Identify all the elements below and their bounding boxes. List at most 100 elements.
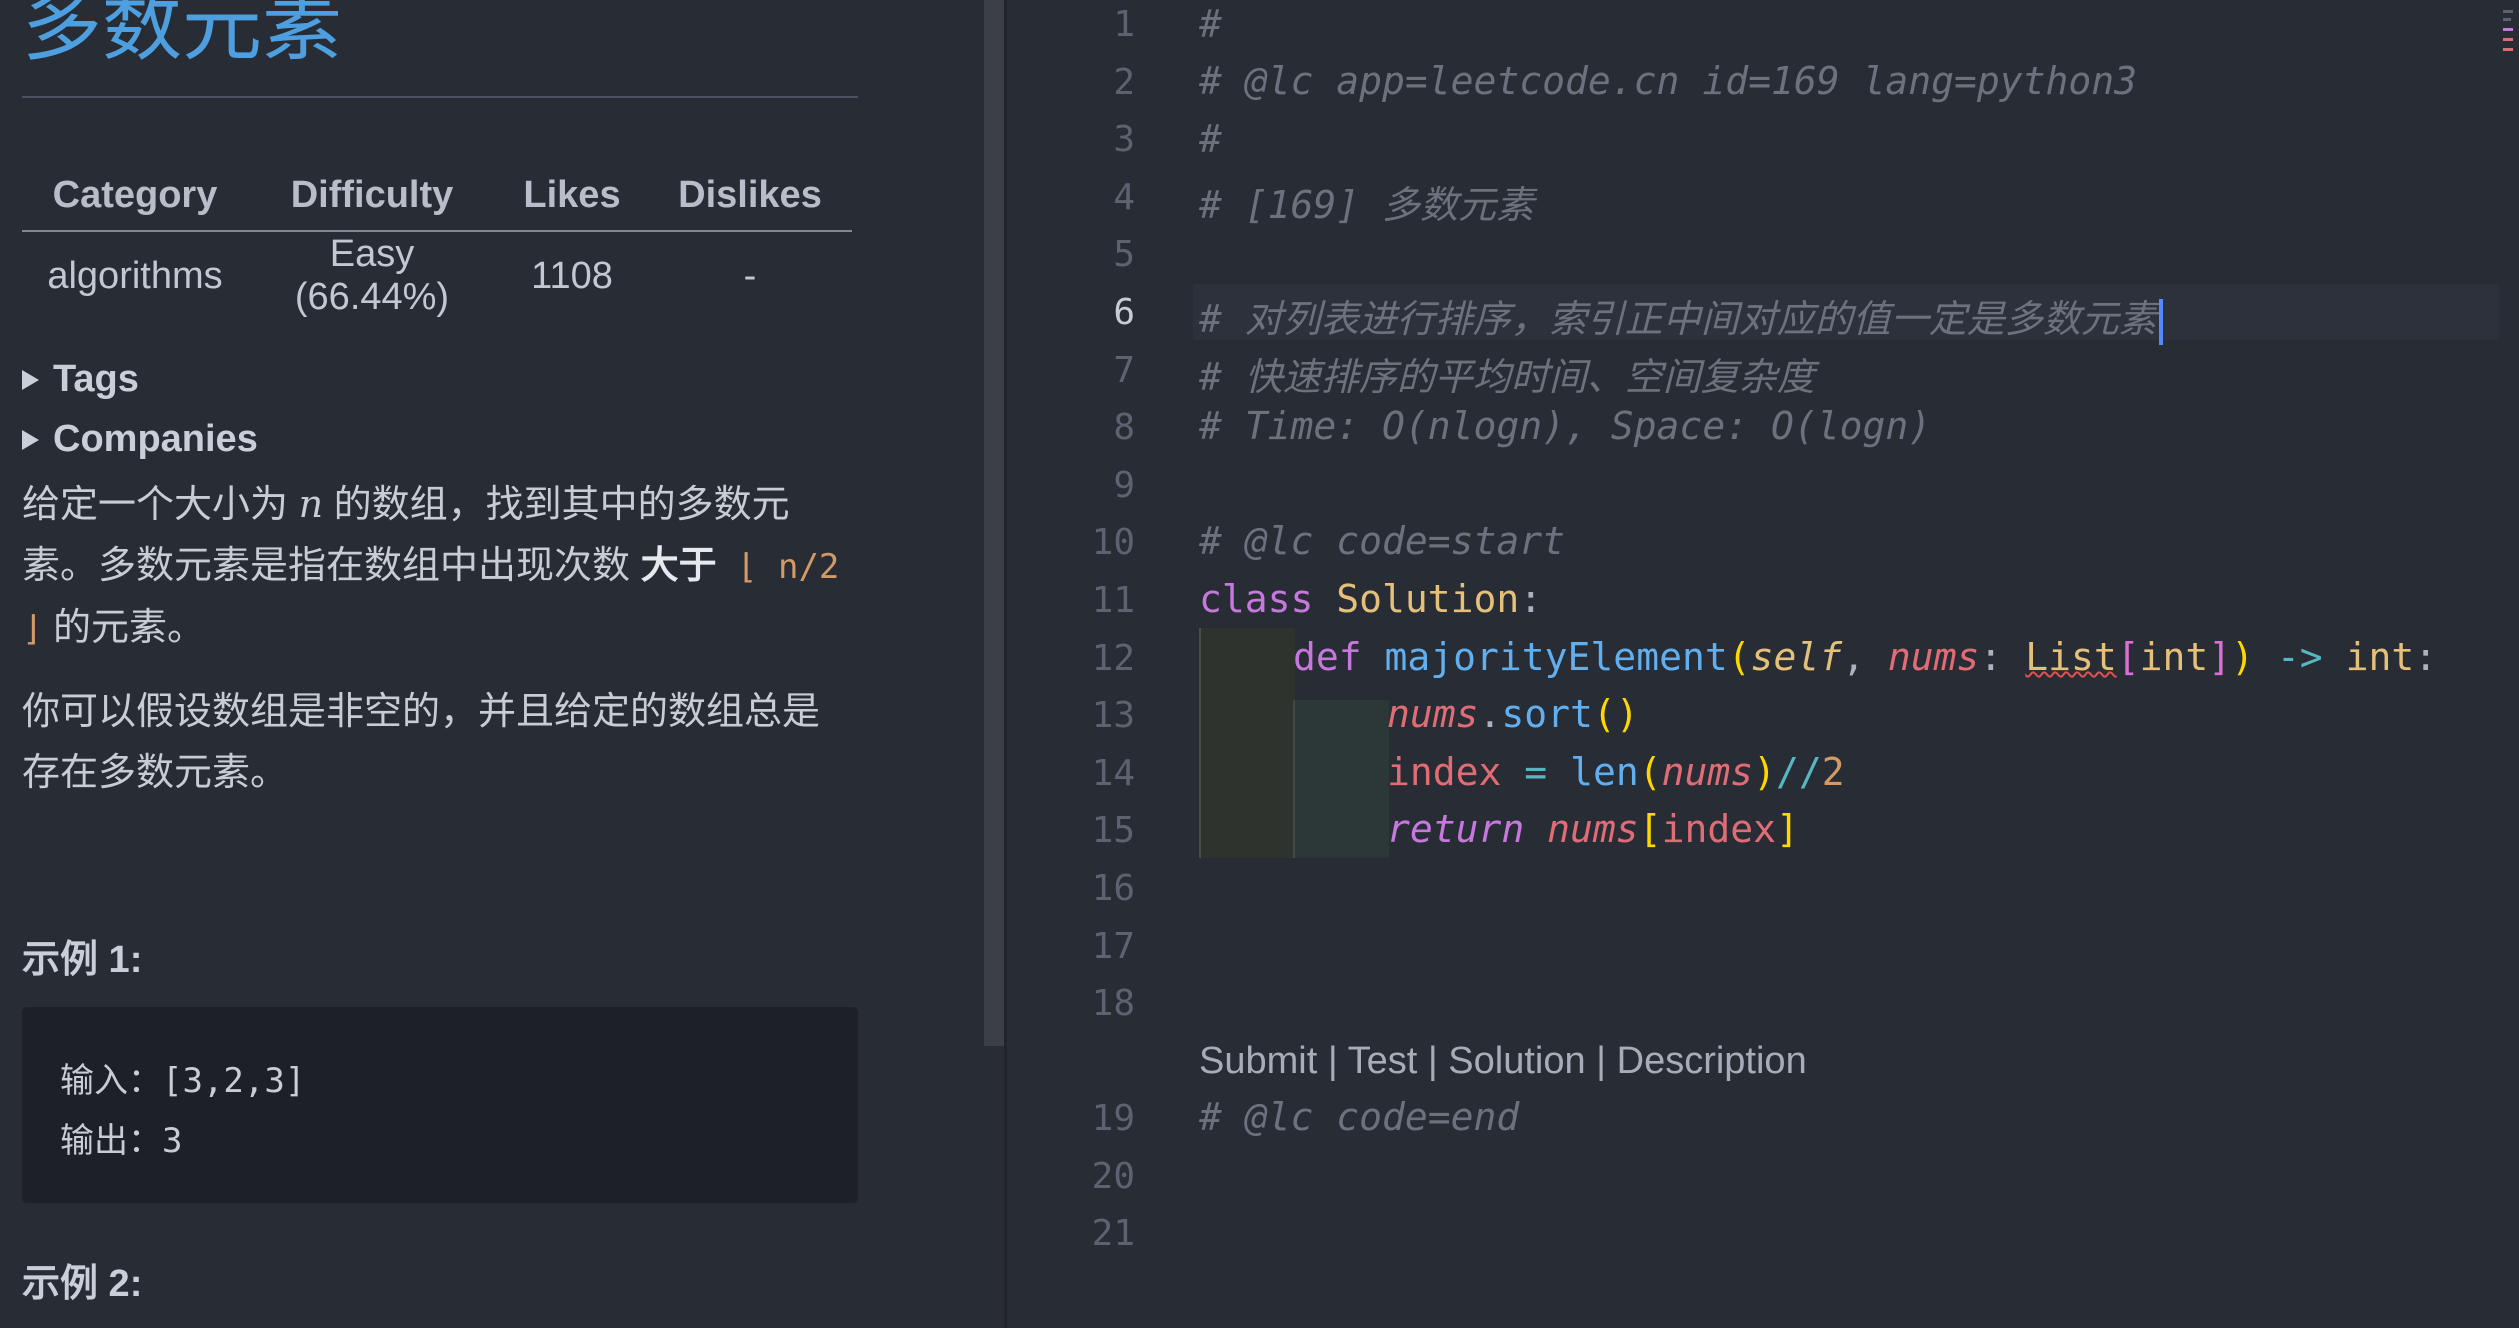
codelens-solution[interactable]: Solution xyxy=(1448,1040,1585,1082)
meta-dislikes: - xyxy=(743,254,757,297)
meta-difficulty: Easy (66.44%) xyxy=(294,233,450,318)
comment-text: # 对列表进行排序，索引正中间对应的值一定是多数元素 xyxy=(1199,297,2157,341)
punct: ( xyxy=(1592,692,1616,736)
line-number: 16 xyxy=(1091,868,1135,909)
expand-triangle-icon xyxy=(22,429,39,450)
example-1-output: 输出：3 xyxy=(60,1121,183,1161)
codelens-submit[interactable]: Submit xyxy=(1199,1040,1317,1082)
problem-meta-table: Category Difficulty Likes Dislikes algor… xyxy=(22,160,852,320)
punct: ) xyxy=(2231,635,2255,679)
line-number: 8 xyxy=(1113,407,1135,448)
codelens-sep: | xyxy=(1417,1040,1449,1082)
line-number: 3 xyxy=(1113,119,1135,160)
punct: [ xyxy=(1638,807,1662,851)
type-int: int xyxy=(2345,635,2415,679)
tags-toggle[interactable]: Tags xyxy=(22,358,139,401)
codelens-sep: | xyxy=(1317,1040,1348,1082)
companies-label: Companies xyxy=(53,418,258,460)
meta-header-category: Category xyxy=(22,160,248,232)
punct: : xyxy=(1519,577,1543,621)
punct: , xyxy=(1842,635,1865,679)
code-line-8[interactable]: # Time: O(nlogn), Space: O(logn) xyxy=(1199,404,1931,448)
punct: ] xyxy=(2208,635,2232,679)
var-index: index xyxy=(1387,750,1502,794)
punct: ) xyxy=(1753,750,1776,794)
line-number: 19 xyxy=(1091,1098,1135,1139)
example-2-heading: 示例 2: xyxy=(22,1263,143,1305)
code-line-15[interactable]: return nums[index] xyxy=(1387,807,1799,851)
codelens-description[interactable]: Description xyxy=(1617,1040,1807,1082)
method-sort: sort xyxy=(1501,692,1593,736)
punct: ( xyxy=(1638,750,1662,794)
problem-title: 多数元素 xyxy=(22,0,342,70)
example-1-input: 输入：[3,2,3] xyxy=(60,1061,306,1101)
line-number: 12 xyxy=(1091,638,1135,679)
line-number: 14 xyxy=(1091,753,1135,794)
indent-guide-1 xyxy=(1199,628,1295,858)
line-number: 18 xyxy=(1091,983,1135,1024)
line-number: 17 xyxy=(1091,926,1135,967)
line-number: 7 xyxy=(1113,350,1135,391)
problem-scrollbar[interactable] xyxy=(984,0,1004,1046)
meta-row: algorithms Easy (66.44%) 1108 - xyxy=(22,231,852,320)
var-nums: nums xyxy=(1547,807,1639,851)
example-1-block: 输入：[3,2,3] 输出：3 xyxy=(22,1007,858,1203)
code-line-19[interactable]: # @lc code=end xyxy=(1199,1095,1519,1139)
line-number: 20 xyxy=(1091,1156,1135,1197)
code-line-7[interactable]: # 快速排序的平均时间、空间复杂度 xyxy=(1199,346,1815,401)
code-line-14[interactable]: index = len(nums)//2 xyxy=(1387,750,1845,794)
desc-bold: 大于 xyxy=(640,545,717,587)
code-line-3[interactable]: # xyxy=(1199,117,1222,161)
line-number: 15 xyxy=(1091,810,1135,851)
text-cursor xyxy=(2158,298,2163,345)
meta-header-difficulty: Difficulty xyxy=(248,160,496,232)
indent-guide-2 xyxy=(1293,700,1389,858)
code-line-11[interactable]: class Solution: xyxy=(1199,577,1542,621)
keyword-class: class xyxy=(1199,577,1314,621)
line-number: 2 xyxy=(1113,62,1135,103)
code-line-1[interactable]: # xyxy=(1199,2,1222,46)
punct: ] xyxy=(1775,807,1799,851)
problem-panel: 多数元素 Category Difficulty Likes Dislikes … xyxy=(0,0,984,1328)
return-arrow: -> xyxy=(2276,635,2323,679)
type-list: List xyxy=(2025,635,2117,679)
tags-label: Tags xyxy=(53,358,139,400)
expand-triangle-icon xyxy=(22,369,39,390)
code-line-10[interactable]: # @lc code=start xyxy=(1199,519,1565,563)
function-name: majorityElement xyxy=(1384,635,1728,679)
punct: [ xyxy=(2116,635,2140,679)
number: 2 xyxy=(1821,750,1845,794)
operator: // xyxy=(1776,750,1822,794)
code-editor[interactable]: 1 2 3 4 5 6 7 8 9 10 11 12 13 14 15 16 1… xyxy=(1007,0,2519,1328)
var-index: index xyxy=(1661,807,1776,851)
code-line-2[interactable]: # @lc app=leetcode.cn id=169 lang=python… xyxy=(1199,59,2137,103)
line-number: 11 xyxy=(1091,580,1135,621)
meta-likes: 1108 xyxy=(531,254,613,297)
param-self: self xyxy=(1750,635,1843,679)
example-1-heading: 示例 1: xyxy=(22,939,143,981)
code-line-12[interactable]: def majorityElement(self, nums: List[int… xyxy=(1293,635,2437,679)
builtin-len: len xyxy=(1570,750,1639,794)
line-number: 13 xyxy=(1091,695,1135,736)
codelens-sep: | xyxy=(1585,1040,1617,1082)
desc-text: 的元素。 xyxy=(42,607,206,649)
desc-text: 给定一个大小为 xyxy=(22,484,299,526)
problem-description: 给定一个大小为 n 的数组，找到其中的多数元素。多数元素是指在数组中出现次数 大… xyxy=(22,474,852,660)
line-number: 1 xyxy=(1113,4,1135,45)
code-line-4[interactable]: # [169] 多数元素 xyxy=(1199,174,1534,229)
punct: : xyxy=(2414,635,2438,679)
problem-assumption: 你可以假设数组是非空的，并且给定的数组总是存在多数元素。 xyxy=(22,691,821,794)
meta-header-row: Category Difficulty Likes Dislikes xyxy=(22,160,852,232)
punct: : xyxy=(1979,635,2003,679)
punct: ( xyxy=(1727,635,1751,679)
class-name: Solution xyxy=(1336,577,1520,621)
meta-category: algorithms xyxy=(47,254,223,297)
line-number: 5 xyxy=(1113,234,1135,275)
line-number: 4 xyxy=(1113,177,1135,218)
minimap-indicator[interactable] xyxy=(2501,8,2515,68)
codelens-test[interactable]: Test xyxy=(1348,1040,1418,1082)
code-line-13[interactable]: nums.sort() xyxy=(1387,692,1639,736)
line-number: 9 xyxy=(1113,465,1135,506)
code-line-6[interactable]: # 对列表进行排序，索引正中间对应的值一定是多数元素 xyxy=(1199,288,2163,345)
companies-toggle[interactable]: Companies xyxy=(22,418,258,461)
